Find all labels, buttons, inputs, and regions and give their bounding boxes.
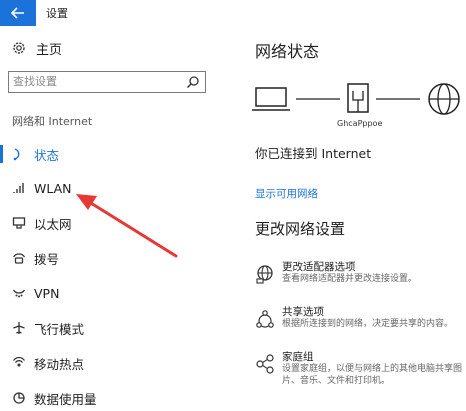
sidebar-item-wlan[interactable]: WLAN xyxy=(0,175,228,201)
adapter-options[interactable]: 更改适配器选项 查看网络适配器并更改连接设置。 xyxy=(250,259,466,295)
vpn-icon xyxy=(12,289,26,298)
back-arrow-icon xyxy=(11,7,24,19)
search-icon[interactable] xyxy=(186,75,200,89)
option-description: 设置家庭组，以便与网络上的其他电脑共享图片、音乐、文件和打印机。 xyxy=(282,364,463,386)
ethernet-icon xyxy=(12,217,26,229)
title-bar: 设置 xyxy=(0,0,466,26)
router-icon xyxy=(347,83,369,113)
sidebar-item-label: 移动热点 xyxy=(34,356,85,372)
pc-icon xyxy=(252,87,290,111)
sidebar: 主页 网络和 Internet 状态 WLAN xyxy=(0,26,228,407)
sidebar-item-vpn[interactable]: VPN xyxy=(0,280,228,306)
hotspot-icon xyxy=(13,356,25,367)
network-diagram: GhcaPppoe xyxy=(252,83,460,128)
network-name: GhcaPppoe xyxy=(337,119,382,128)
search-box[interactable] xyxy=(8,71,206,93)
section-title: 网络和 Internet xyxy=(12,115,93,128)
sidebar-item-label: 飞行模式 xyxy=(34,321,85,337)
page-title: 网络状态 xyxy=(255,42,320,61)
dialup-icon xyxy=(12,253,26,264)
homegroup-option[interactable]: 家庭组 设置家庭组，以便与网络上的其他电脑共享图片、音乐、文件和打印机。 xyxy=(250,349,466,397)
sidebar-item-ethernet[interactable]: 以太网 xyxy=(0,210,228,236)
back-button[interactable] xyxy=(0,0,36,26)
globe-icon xyxy=(428,83,460,115)
option-description: 查看网络适配器并更改连接设置。 xyxy=(282,274,418,284)
sidebar-item-label: 状态 xyxy=(34,147,60,163)
option-title: 共享选项 xyxy=(282,306,324,318)
sidebar-item-hotspot[interactable]: 移动热点 xyxy=(0,350,228,376)
sharing-icon xyxy=(256,310,274,328)
sidebar-item-label: 数据使用量 xyxy=(34,391,97,407)
airplane-icon xyxy=(13,322,25,334)
sharing-options[interactable]: 共享选项 根据所连接到的网络，决定要共享的内容。 xyxy=(250,304,466,340)
option-title: 更改适配器选项 xyxy=(282,261,356,273)
section-heading: 更改网络设置 xyxy=(255,220,346,238)
status-icon xyxy=(13,148,20,161)
sidebar-item-label: 以太网 xyxy=(34,216,72,232)
sidebar-home[interactable]: 主页 xyxy=(12,38,62,58)
sidebar-item-airplane[interactable]: 飞行模式 xyxy=(0,315,228,341)
sidebar-item-status[interactable]: 状态 xyxy=(0,141,228,167)
main-content: 网络状态 GhcaPppoe 你已连接到 Internet 显示可用网络 更改网… xyxy=(228,26,466,400)
option-description: 根据所连接到的网络，决定要共享的内容。 xyxy=(282,319,454,329)
window-title: 设置 xyxy=(46,7,68,20)
active-indicator xyxy=(0,145,3,163)
home-label: 主页 xyxy=(36,42,63,58)
wifi-icon xyxy=(13,183,24,193)
sidebar-item-data-usage[interactable]: 数据使用量 xyxy=(0,385,228,411)
gear-icon xyxy=(13,42,25,54)
sidebar-item-dialup[interactable]: 拨号 xyxy=(0,245,228,271)
adapter-icon xyxy=(256,265,273,284)
sidebar-item-label: VPN xyxy=(34,285,60,301)
sidebar-item-label: 拨号 xyxy=(34,251,60,267)
data-usage-icon xyxy=(13,392,25,404)
connection-status: 你已连接到 Internet xyxy=(255,146,372,161)
option-title: 家庭组 xyxy=(282,351,314,363)
show-networks-link[interactable]: 显示可用网络 xyxy=(255,186,318,201)
sidebar-item-label: WLAN xyxy=(34,180,72,196)
search-input[interactable] xyxy=(13,72,173,91)
homegroup-icon xyxy=(256,354,274,374)
